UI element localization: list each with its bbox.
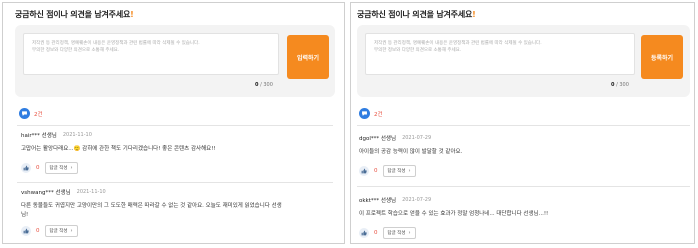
comment-text: 고맙어는 활앙다래요...🙂 감히에 관한 책도 기다리겠습니다! 좋은 콘텐츠…	[21, 146, 216, 152]
comment-item: vshwang*** 선생님 2021-11-10 다른 동물들도 귀엽지만 고…	[21, 188, 283, 237]
chevron-right-icon: ›	[408, 230, 411, 236]
char-counter: 0 / 300	[611, 82, 629, 88]
reply-button[interactable]: 답글 작성 ›	[382, 165, 416, 177]
comment-text: 이 프로젝트 학습으로 얻을 수 있는 효과가 정말 엄청나네... 대단합니다…	[359, 211, 549, 217]
comment-user: dgol*** 선생님	[359, 136, 397, 142]
comment-user: okkt*** 선생님	[359, 198, 397, 204]
comment-text: 아이들의 공감 능력이 많이 발달할 것 같아요.	[359, 149, 463, 155]
divider	[357, 186, 690, 187]
thumbs-up-icon[interactable]	[21, 226, 31, 236]
char-counter: 0 / 300	[255, 82, 273, 88]
question-title: 궁금하신 점이나 의견을 남겨주세요!	[357, 10, 476, 19]
comment-form: 저작권 등 관리정책, 명예훼손이 내용은 운영정책과 관련 법률에 따라 삭제…	[15, 25, 335, 97]
comment-date: 2021-07-29	[402, 197, 432, 203]
reply-button-label: 답글 작성	[49, 229, 68, 234]
placeholder-line-2: 무의한 정보와 다양한 의견으로 소통해 주세요.	[374, 48, 462, 53]
reply-button-label: 답글 작성	[49, 166, 68, 171]
like-count: 0	[36, 228, 40, 234]
reply-button[interactable]: 답글 작성 ›	[382, 227, 416, 239]
divider	[357, 125, 690, 126]
comment-count: 2건	[34, 111, 43, 118]
submit-button[interactable]: 입력하기	[287, 35, 329, 79]
comment-count-row: 2건	[359, 108, 383, 119]
like-count: 0	[36, 165, 40, 171]
like-count: 0	[374, 230, 378, 236]
thumbs-up-icon[interactable]	[359, 166, 369, 176]
comment-panel-left: 궁금하신 점이나 의견을 남겨주세요! 저작권 등 관리정책, 명예훼손이 내용…	[2, 2, 345, 244]
comment-form: 저작권 등 관리정책, 명예훼손이 내용은 운영정책과 관련 법률에 따라 삭제…	[357, 25, 690, 97]
question-title: 궁금하신 점이나 의견을 남겨주세요!	[15, 10, 134, 19]
chevron-right-icon: ›	[70, 165, 73, 171]
comment-textarea[interactable]: 저작권 등 관리정책, 명예훼손이 내용은 운영정책과 관련 법률에 따라 삭제…	[365, 33, 635, 75]
reply-button-label: 답글 작성	[387, 231, 406, 236]
comment-date: 2021-11-10	[62, 132, 92, 138]
placeholder-line-1: 저작권 등 관리정책, 명예훼손이 내용은 운영정책과 관련 법률에 따라 삭제…	[374, 41, 542, 46]
comment-count-row: 2건	[19, 108, 43, 119]
comment-user: hair*** 선생님	[21, 133, 57, 139]
chevron-right-icon: ›	[408, 168, 411, 174]
reply-button-label: 답글 작성	[387, 169, 406, 174]
like-count: 0	[374, 168, 378, 174]
comment-textarea[interactable]: 저작권 등 관리정책, 명예훼손이 내용은 운영정책과 관련 법률에 따라 삭제…	[23, 33, 279, 75]
comment-count: 2건	[374, 111, 383, 118]
thumbs-up-icon[interactable]	[21, 163, 31, 173]
comment-item: okkt*** 선생님 2021-07-29 이 프로젝트 학습으로 얻을 수 …	[359, 196, 679, 239]
divider	[17, 125, 333, 126]
comment-date: 2021-11-10	[76, 189, 106, 195]
comment-user: vshwang*** 선생님	[21, 190, 71, 196]
comment-item: hair*** 선생님 2021-11-10 고맙어는 활앙다래요...🙂 감히…	[21, 131, 327, 174]
reply-button[interactable]: 답글 작성 ›	[44, 162, 78, 174]
placeholder-line-2: 무의한 정보와 다양한 의견으로 소통해 주세요.	[32, 48, 120, 53]
placeholder-line-1: 저작권 등 관리정책, 명예훼손이 내용은 운영정책과 관련 법률에 따라 삭제…	[32, 41, 200, 46]
chevron-right-icon: ›	[70, 228, 73, 234]
reply-button[interactable]: 답글 작성 ›	[44, 225, 78, 237]
chat-bubble-icon	[19, 108, 30, 119]
divider	[17, 182, 333, 183]
comment-panel-right: 궁금하신 점이나 의견을 남겨주세요! 저작권 등 관리정책, 명예훼손이 내용…	[350, 2, 695, 244]
chat-bubble-icon	[359, 108, 370, 119]
submit-button[interactable]: 등록하기	[641, 35, 683, 79]
comment-date: 2021-07-29	[402, 135, 432, 141]
comment-text: 다른 동물들도 귀엽지만 고양이만의 그 도도한 매력은 따라갈 수 없는 것 …	[21, 203, 282, 218]
comment-item: dgol*** 선생님 2021-07-29 아이들의 공감 능력이 많이 발달…	[359, 134, 679, 177]
thumbs-up-icon[interactable]	[359, 228, 369, 238]
